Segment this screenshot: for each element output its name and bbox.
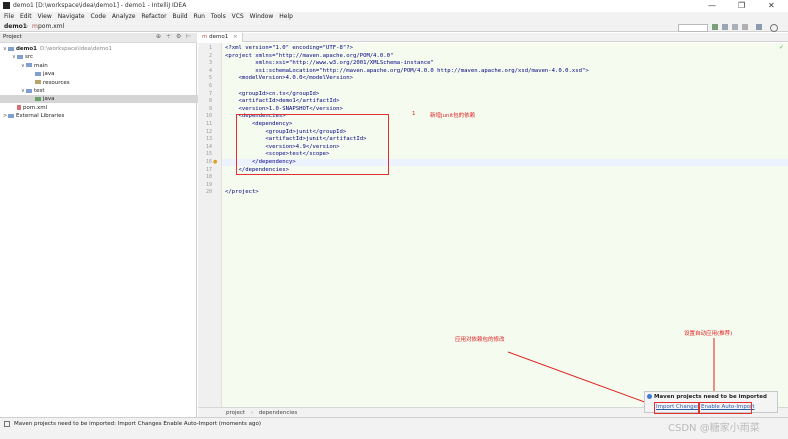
crumb-dependencies[interactable]: dependencies [259, 410, 297, 416]
notification-title: Maven projects need to be imported [654, 394, 767, 400]
crumb-project[interactable]: project [226, 410, 245, 416]
status-message[interactable]: Maven projects need to be imported: Impo… [14, 421, 261, 427]
watermark: CSDN @糖家小雨菜 [668, 423, 760, 434]
import-changes-highlight [654, 402, 699, 414]
arrow-to-import-changes [507, 351, 651, 406]
crumb-separator: › [250, 410, 254, 416]
annotation-arrows [507, 338, 717, 406]
maven-import-notification: Maven projects need to be imported Impor… [644, 391, 778, 414]
info-icon [647, 394, 652, 399]
tool-windows-icon[interactable] [4, 421, 10, 427]
auto-import-highlight [699, 402, 752, 414]
